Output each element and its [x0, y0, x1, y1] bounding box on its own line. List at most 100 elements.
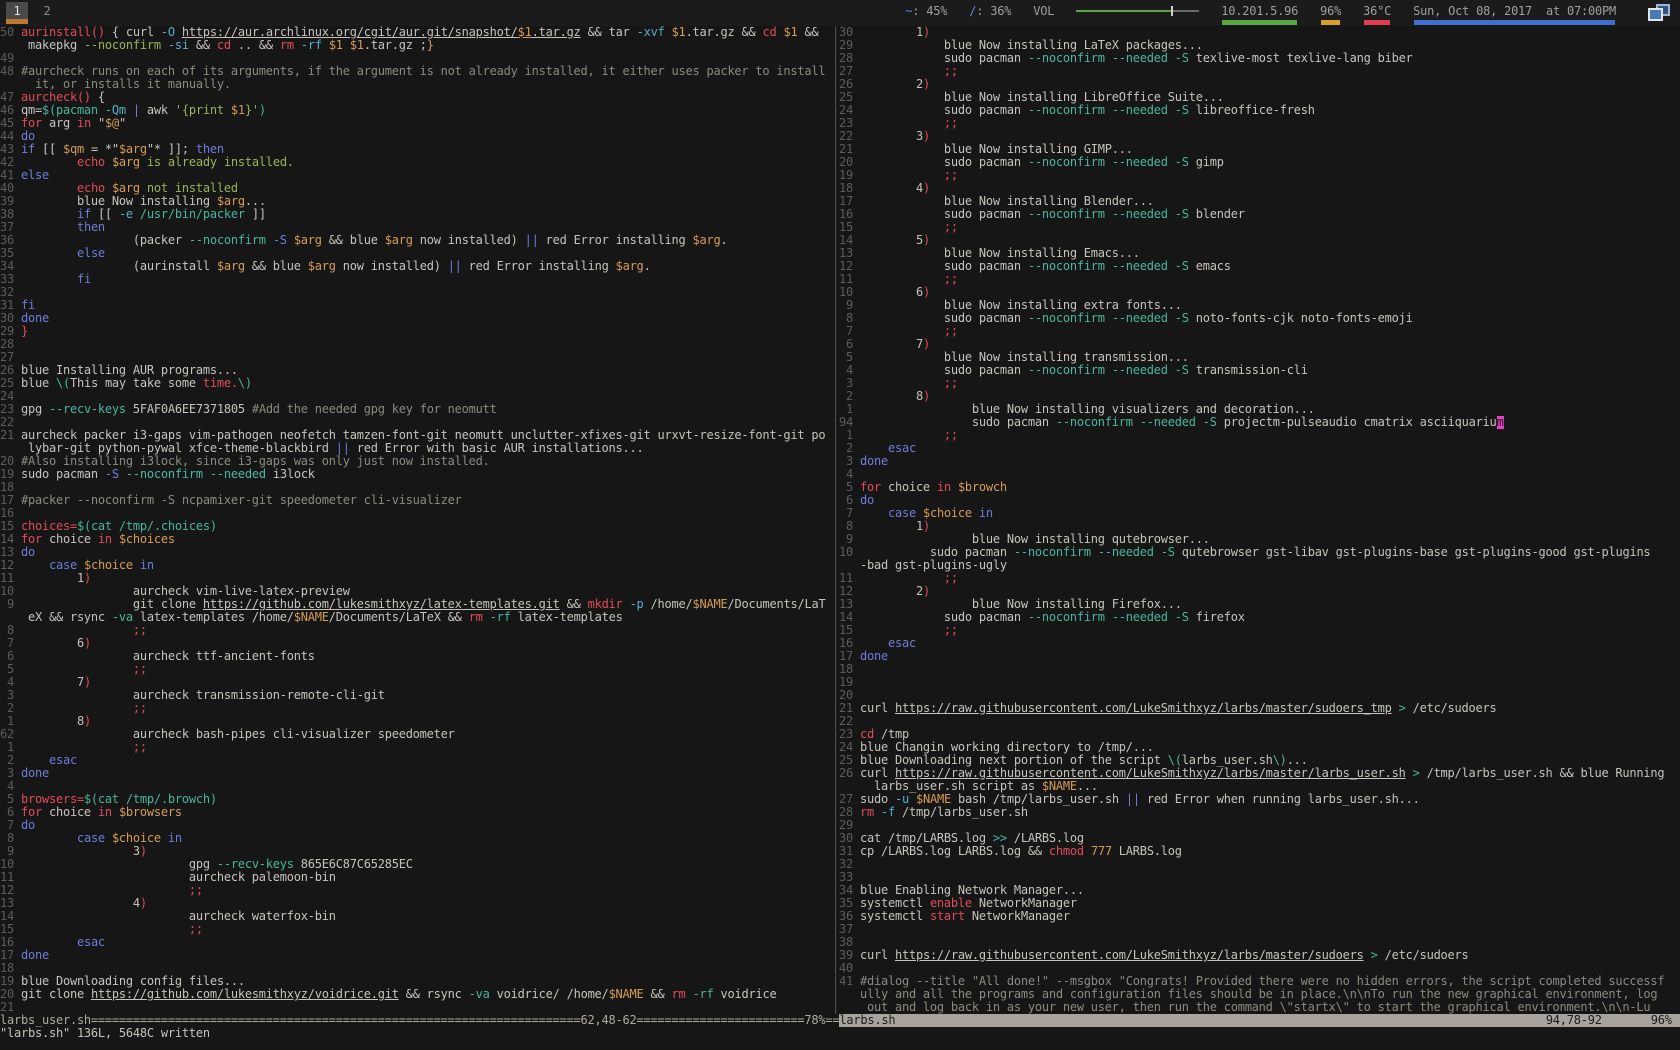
vertical-split-separator[interactable]: |: [832, 442, 839, 455]
vertical-split-separator[interactable]: |: [832, 845, 839, 858]
right-pane-line: 19 ;;: [839, 169, 1680, 182]
vertical-split-separator[interactable]: |: [832, 832, 839, 845]
vertical-split-separator[interactable]: |: [832, 819, 839, 832]
vertical-split-separator[interactable]: |: [832, 65, 839, 78]
vertical-split-separator[interactable]: |: [832, 546, 839, 559]
vertical-split-separator[interactable]: |: [832, 78, 839, 91]
line-number: 3: [0, 689, 21, 702]
vertical-split-separator[interactable]: |: [832, 637, 839, 650]
vertical-split-separator[interactable]: |: [832, 325, 839, 338]
vertical-split-separator[interactable]: |: [832, 611, 839, 624]
line-number: 35: [839, 897, 860, 910]
vertical-split-separator[interactable]: |: [832, 793, 839, 806]
vertical-split-separator[interactable]: |: [832, 26, 839, 39]
vertical-split-separator[interactable]: |: [832, 247, 839, 260]
left-pane-line: 13 4): [0, 897, 832, 910]
vertical-split-separator[interactable]: |: [832, 728, 839, 741]
vertical-split-separator[interactable]: |: [832, 468, 839, 481]
vertical-split-separator[interactable]: |: [832, 312, 839, 325]
vertical-split-separator[interactable]: |: [832, 767, 839, 780]
vertical-split-separator[interactable]: |: [832, 91, 839, 104]
vertical-split-separator[interactable]: |: [832, 897, 839, 910]
vertical-split-separator[interactable]: |: [832, 221, 839, 234]
vertical-split-separator[interactable]: |: [832, 871, 839, 884]
vertical-split-separator[interactable]: |: [832, 455, 839, 468]
vertical-split-separator[interactable]: |: [832, 208, 839, 221]
line-number: 5: [839, 351, 860, 364]
vertical-split-separator[interactable]: |: [832, 923, 839, 936]
vertical-split-separator[interactable]: |: [832, 403, 839, 416]
vertical-split-separator[interactable]: |: [832, 338, 839, 351]
vertical-split-separator[interactable]: |: [832, 104, 839, 117]
vertical-split-separator[interactable]: |: [832, 351, 839, 364]
vertical-split-separator[interactable]: |: [832, 169, 839, 182]
vertical-split-separator[interactable]: |: [832, 195, 839, 208]
vertical-split-separator[interactable]: |: [832, 260, 839, 273]
vertical-split-separator[interactable]: |: [832, 507, 839, 520]
right-pane-line: 18 4): [839, 182, 1680, 195]
vertical-split-separator[interactable]: |: [832, 143, 839, 156]
code-row: 50 aurinstall() { curl -O https://aur.ar…: [0, 26, 1680, 39]
vertical-split-separator[interactable]: |: [832, 676, 839, 689]
vertical-split-separator[interactable]: |: [832, 286, 839, 299]
vertical-split-separator[interactable]: |: [832, 624, 839, 637]
vertical-split-separator[interactable]: |: [832, 182, 839, 195]
vertical-split-separator[interactable]: |: [832, 806, 839, 819]
right-pane-line: 25 blue Downloading next portion of the …: [839, 754, 1680, 767]
vertical-split-separator[interactable]: |: [832, 130, 839, 143]
vertical-split-separator[interactable]: |: [832, 910, 839, 923]
vertical-split-separator[interactable]: |: [832, 117, 839, 130]
vertical-split-separator[interactable]: |: [832, 1001, 839, 1014]
workspace-2[interactable]: 2: [36, 2, 58, 19]
vertical-split-separator[interactable]: |: [832, 39, 839, 52]
vertical-split-separator[interactable]: |: [832, 585, 839, 598]
line-number: 37: [839, 923, 860, 936]
vertical-split-separator[interactable]: |: [832, 884, 839, 897]
vertical-split-separator[interactable]: |: [832, 715, 839, 728]
vertical-split-separator[interactable]: |: [832, 273, 839, 286]
vertical-split-separator[interactable]: |: [832, 975, 839, 988]
vertical-split-separator[interactable]: |: [832, 741, 839, 754]
vertical-split-separator[interactable]: |: [832, 936, 839, 949]
vertical-split-separator[interactable]: |: [832, 481, 839, 494]
vertical-split-separator[interactable]: |: [832, 156, 839, 169]
vertical-split-separator[interactable]: |: [832, 988, 839, 1001]
vertical-split-separator[interactable]: |: [832, 598, 839, 611]
workspace-1[interactable]: 1: [6, 2, 28, 19]
code-row: 10 aurcheck vim-live-latex-preview|12 2): [0, 585, 1680, 598]
vertical-split-separator[interactable]: |: [832, 377, 839, 390]
left-pane-line: 18: [0, 962, 832, 975]
tray-monitor-icon[interactable]: [1648, 4, 1670, 21]
line-number: 5: [0, 663, 21, 676]
vertical-split-separator[interactable]: |: [832, 702, 839, 715]
vertical-split-separator[interactable]: |: [832, 949, 839, 962]
vertical-split-separator[interactable]: |: [832, 299, 839, 312]
left-pane-line: 7 6): [0, 637, 832, 650]
vertical-split-separator[interactable]: |: [832, 364, 839, 377]
vertical-split-separator[interactable]: |: [832, 780, 839, 793]
vertical-split-separator[interactable]: |: [832, 559, 839, 572]
vertical-split-separator[interactable]: |: [832, 416, 839, 429]
vertical-split-separator[interactable]: |: [832, 650, 839, 663]
vertical-split-separator[interactable]: |: [832, 962, 839, 975]
line-number: 2: [839, 390, 860, 403]
line-number: 25: [839, 754, 860, 767]
line-number: 22: [839, 130, 860, 143]
vertical-split-separator[interactable]: |: [832, 572, 839, 585]
vertical-split-separator[interactable]: |: [832, 533, 839, 546]
vertical-split-separator[interactable]: |: [832, 494, 839, 507]
vertical-split-separator[interactable]: |: [832, 689, 839, 702]
vertical-split-separator[interactable]: |: [832, 520, 839, 533]
vertical-split-separator[interactable]: |: [832, 663, 839, 676]
vertical-split-separator[interactable]: |: [832, 234, 839, 247]
vertical-split-separator[interactable]: |: [832, 858, 839, 871]
code-row: 45 for arg in "$@"|23 ;;: [0, 117, 1680, 130]
volume-slider[interactable]: [1076, 4, 1199, 18]
status-bar: 1 2 ~: 45% /: 36% VOL 10.201.5.96 96% 36…: [0, 0, 1680, 26]
vertical-split-separator[interactable]: |: [832, 754, 839, 767]
code-row: 11 aurcheck palemoon-bin|33: [0, 871, 1680, 884]
vim-split-view[interactable]: 50 aurinstall() { curl -O https://aur.ar…: [0, 26, 1680, 1014]
vertical-split-separator[interactable]: |: [832, 52, 839, 65]
vertical-split-separator[interactable]: |: [832, 390, 839, 403]
vertical-split-separator[interactable]: |: [832, 429, 839, 442]
